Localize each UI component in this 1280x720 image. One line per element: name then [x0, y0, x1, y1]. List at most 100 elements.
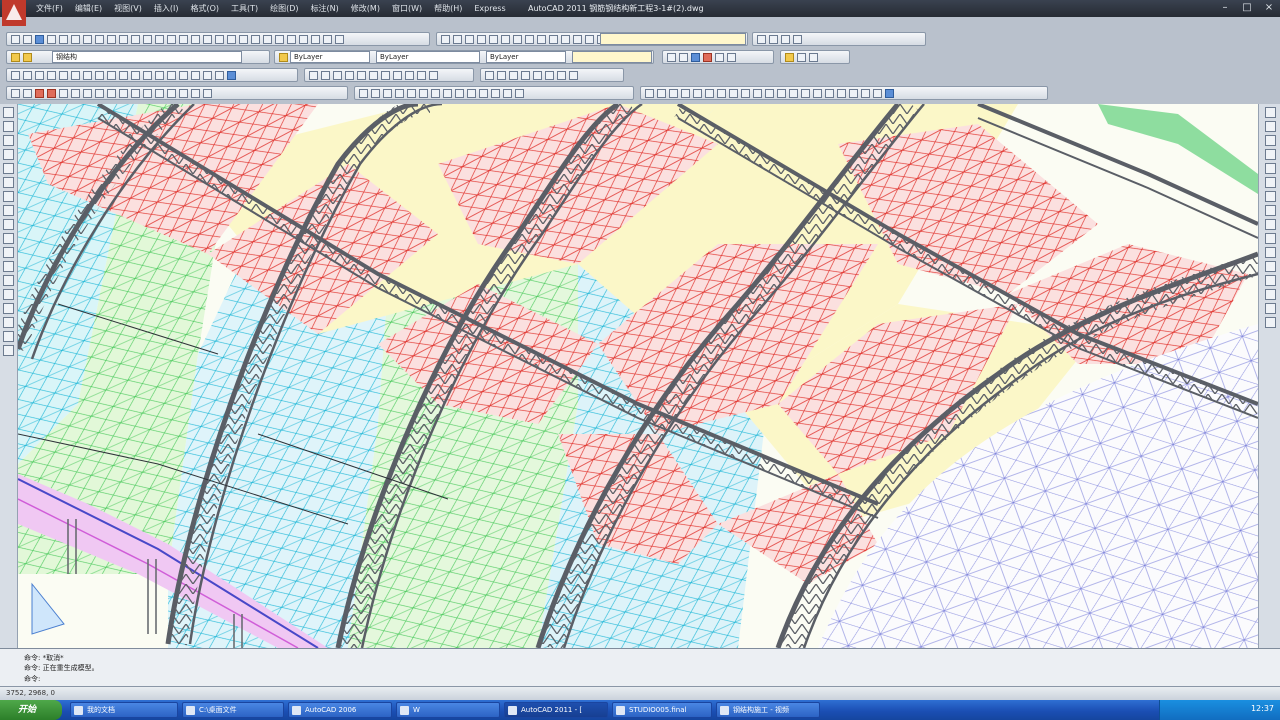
- undo-icon[interactable]: [119, 34, 128, 44]
- text-style-icon[interactable]: [785, 52, 794, 62]
- dim-aligned-icon[interactable]: [497, 70, 506, 80]
- mirror-icon[interactable]: [333, 70, 342, 80]
- taskbar-item-active[interactable]: AutoCAD 2011 - [: [504, 702, 608, 718]
- pyramid-icon[interactable]: [443, 88, 452, 98]
- pan-icon[interactable]: [143, 34, 152, 44]
- menu-item[interactable]: 文件(F): [30, 2, 69, 15]
- table-style-icon[interactable]: [809, 52, 818, 62]
- tool-offset-icon[interactable]: [1264, 149, 1276, 160]
- snap-quadrant-icon[interactable]: [107, 88, 116, 98]
- tool-fillet-icon[interactable]: [1264, 303, 1276, 314]
- gradient-icon[interactable]: [191, 70, 200, 80]
- redo-icon[interactable]: [131, 34, 140, 44]
- view-left-icon[interactable]: [465, 34, 474, 44]
- make-block-icon[interactable]: [155, 70, 164, 80]
- menu-item[interactable]: Express: [468, 2, 511, 15]
- table-icon[interactable]: [323, 34, 332, 44]
- copy-icon[interactable]: [83, 34, 92, 44]
- snap-tangent-icon[interactable]: [119, 88, 128, 98]
- render-icon[interactable]: [667, 52, 676, 62]
- spline-icon[interactable]: [107, 70, 116, 80]
- linetype-dropdown[interactable]: ByLayer: [376, 51, 480, 63]
- extend-icon[interactable]: [429, 70, 438, 80]
- snap-parallel-icon[interactable]: [143, 88, 152, 98]
- snap-apparent-icon[interactable]: [71, 88, 80, 98]
- lineweight-dropdown[interactable]: ByLayer: [486, 51, 566, 63]
- minimize-icon[interactable]: –: [1218, 2, 1232, 14]
- taskbar-item[interactable]: W: [396, 702, 500, 718]
- dim-radius-icon[interactable]: [533, 70, 542, 80]
- tool-stretch-icon[interactable]: [1264, 219, 1276, 230]
- polyline-icon[interactable]: [35, 70, 44, 80]
- view-front-icon[interactable]: [489, 34, 498, 44]
- check-icon[interactable]: [801, 88, 810, 98]
- thicken-icon[interactable]: [753, 88, 762, 98]
- autocad-logo-icon[interactable]: [2, 0, 26, 26]
- color-dropdown[interactable]: ByLayer: [290, 51, 370, 63]
- ucs-icon[interactable]: [885, 88, 894, 98]
- table-draw-icon[interactable]: [215, 70, 224, 80]
- array-icon[interactable]: [357, 70, 366, 80]
- dim-linear-icon[interactable]: [485, 70, 494, 80]
- plot-style-dropdown[interactable]: [572, 51, 652, 63]
- workspace-icon[interactable]: [757, 34, 766, 44]
- tool-rectangle-icon[interactable]: [3, 163, 14, 174]
- union-icon[interactable]: [705, 88, 714, 98]
- cylinder-icon[interactable]: [419, 88, 428, 98]
- tool-erase-icon[interactable]: [1264, 107, 1276, 118]
- view-name-field[interactable]: [600, 33, 746, 45]
- measure-icon[interactable]: [335, 34, 344, 44]
- zoom-window-icon[interactable]: [167, 34, 176, 44]
- imprint-icon[interactable]: [765, 88, 774, 98]
- dim-ordinate-icon[interactable]: [521, 70, 530, 80]
- tool-scale-icon[interactable]: [1264, 205, 1276, 216]
- tool-line-icon[interactable]: [3, 107, 14, 118]
- tool-break-icon[interactable]: [1264, 261, 1276, 272]
- draw-toolbar[interactable]: [6, 68, 298, 82]
- revolve-icon[interactable]: [515, 88, 524, 98]
- help-icon[interactable]: [263, 34, 272, 44]
- layer-icon[interactable]: [275, 34, 284, 44]
- tool-table-icon[interactable]: [3, 331, 14, 342]
- orbit-icon[interactable]: [573, 34, 582, 44]
- design-center-icon[interactable]: [203, 34, 212, 44]
- menu-item[interactable]: 修改(M): [345, 2, 386, 15]
- ellipse-icon[interactable]: [119, 70, 128, 80]
- dim-style-icon[interactable]: [797, 52, 806, 62]
- visual-style-toolbar[interactable]: [640, 86, 1048, 100]
- tool-circle-icon[interactable]: [3, 191, 14, 202]
- sweep-icon[interactable]: [503, 88, 512, 98]
- snap-perpendicular-icon[interactable]: [131, 88, 140, 98]
- tool-copy-icon[interactable]: [1264, 121, 1276, 132]
- render-toolbar[interactable]: [662, 50, 774, 64]
- snap-temp-track-icon[interactable]: [11, 88, 20, 98]
- snap-settings-icon[interactable]: [203, 88, 212, 98]
- tool-rotate-icon[interactable]: [1264, 191, 1276, 202]
- text-icon[interactable]: [311, 34, 320, 44]
- cut-icon[interactable]: [71, 34, 80, 44]
- steel-roof-model[interactable]: [18, 104, 1258, 648]
- block-icon[interactable]: [287, 34, 296, 44]
- layer-manager-icon[interactable]: [11, 52, 20, 62]
- region-icon[interactable]: [203, 70, 212, 80]
- dimension-toolbar[interactable]: [480, 68, 624, 82]
- command-prompt[interactable]: 命令:: [24, 674, 40, 684]
- tool-pline-icon[interactable]: [3, 135, 14, 146]
- tool-region-icon[interactable]: [3, 317, 14, 328]
- render-settings-icon[interactable]: [727, 52, 736, 62]
- extrude-icon[interactable]: [479, 88, 488, 98]
- scale-icon[interactable]: [393, 70, 402, 80]
- chamfer-edge-icon[interactable]: [825, 88, 834, 98]
- snap-node-icon[interactable]: [167, 88, 176, 98]
- section-plane-icon[interactable]: [837, 88, 846, 98]
- view-iso-sw-icon[interactable]: [513, 34, 522, 44]
- subtract-icon[interactable]: [717, 88, 726, 98]
- snap-none-icon[interactable]: [191, 88, 200, 98]
- dim-diameter-icon[interactable]: [557, 70, 566, 80]
- rotate-icon[interactable]: [381, 70, 390, 80]
- mtext-icon[interactable]: [227, 70, 236, 80]
- menu-item[interactable]: 视图(V): [108, 2, 148, 15]
- snap-nearest-icon[interactable]: [179, 88, 188, 98]
- hidden-icon[interactable]: [669, 88, 678, 98]
- tool-gradient-icon[interactable]: [3, 303, 14, 314]
